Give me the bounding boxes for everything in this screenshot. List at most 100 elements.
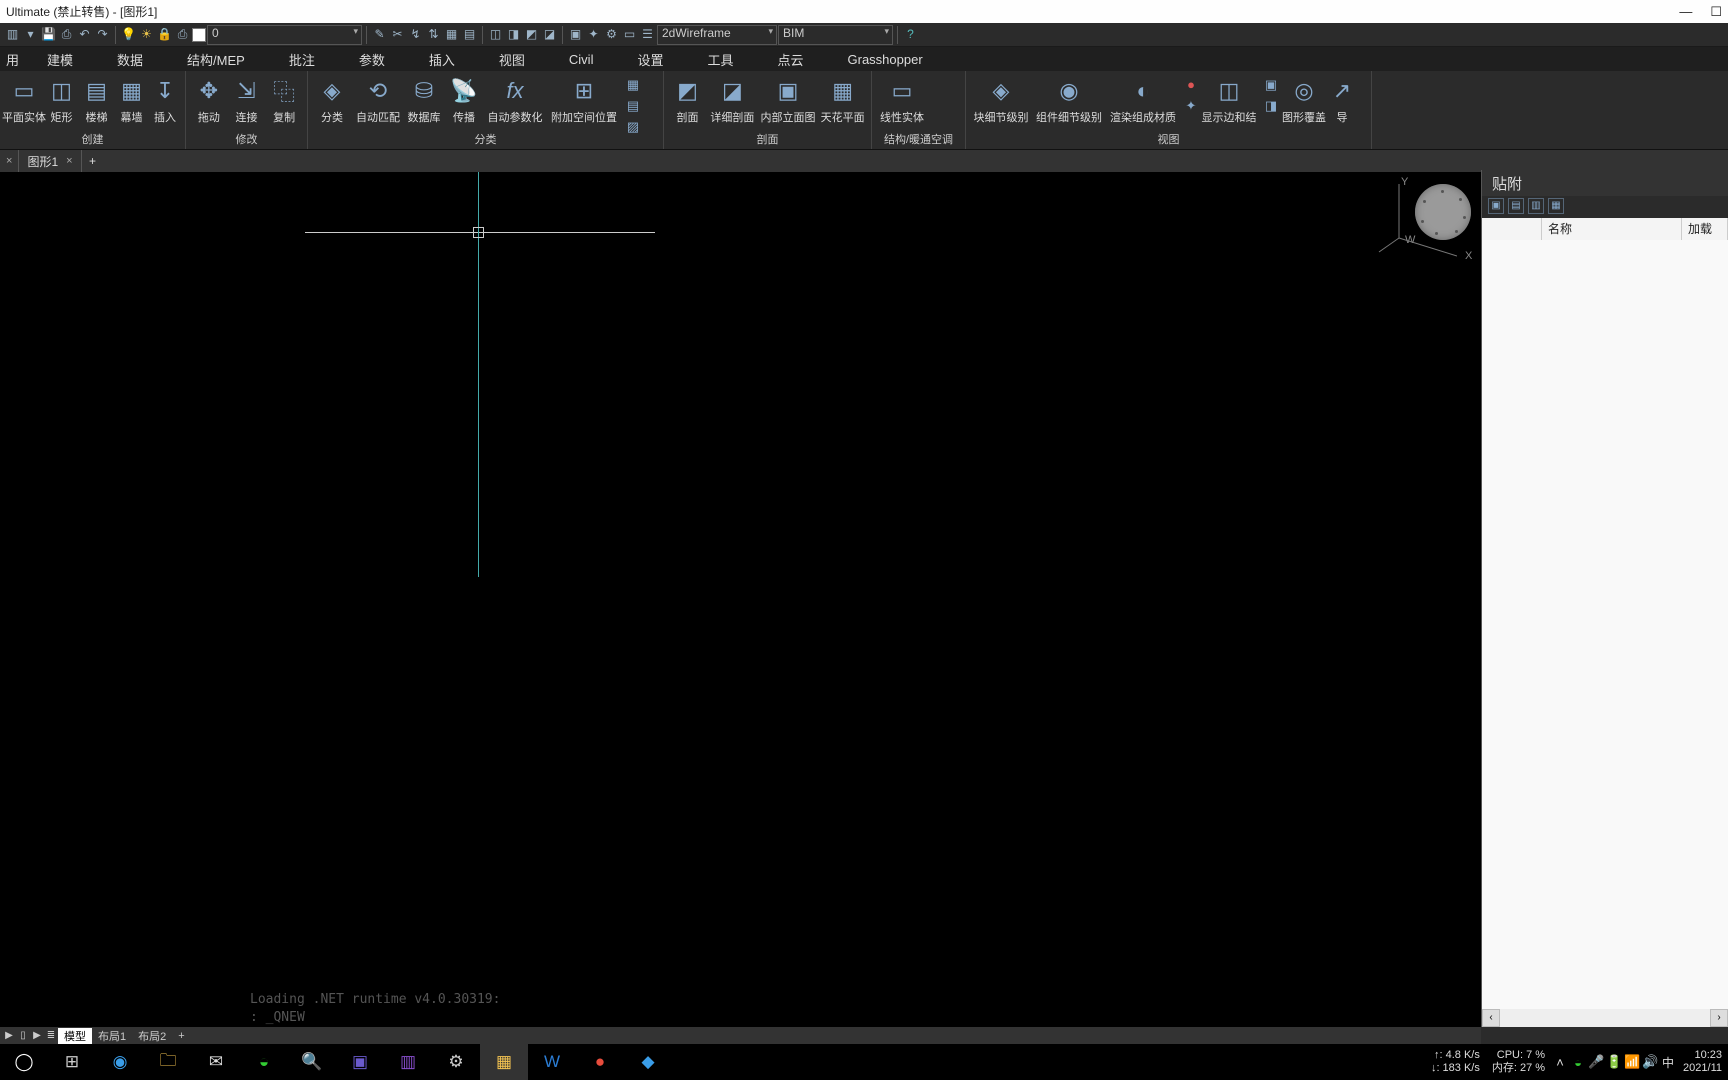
bricscad-icon[interactable]: ◆ (624, 1044, 672, 1080)
save-icon[interactable]: 💾 (40, 26, 57, 43)
mail-icon[interactable]: ✉ (192, 1044, 240, 1080)
new-file-tab[interactable]: + (82, 154, 104, 168)
ribbon-tab-model[interactable]: 建模 (25, 47, 95, 71)
tray-volume-icon[interactable]: 🔊 (1641, 1054, 1659, 1070)
print-layer-icon[interactable]: ⎙ (174, 26, 191, 43)
ribbon-tab-annotate[interactable]: 批注 (267, 47, 337, 71)
tray-wifi-icon[interactable]: 📶 (1623, 1054, 1641, 1070)
search-icon[interactable]: 🔍 (288, 1044, 336, 1080)
axis-x-label: X (1465, 250, 1472, 262)
ribbon-tab-param[interactable]: 参数 (337, 47, 407, 71)
new-icon[interactable]: ▥ (4, 26, 21, 43)
mini2-icon[interactable]: ▤ (622, 96, 644, 116)
ribbon-tab-structure[interactable]: 结构/MEP (165, 47, 267, 71)
col-blank[interactable] (1482, 218, 1542, 240)
ribbon-tab-pointcloud[interactable]: 点云 (756, 47, 826, 71)
system-clock[interactable]: 10:23 2021/11 (1677, 1049, 1728, 1075)
attach-btn3[interactable]: ▥ (1528, 198, 1544, 214)
vstyle2-icon[interactable]: ✦ (585, 26, 602, 43)
sun-icon[interactable]: ☀ (138, 26, 155, 43)
view-cube[interactable]: Y W X (1395, 178, 1475, 258)
word-icon[interactable]: W (528, 1044, 576, 1080)
settings-icon[interactable]: ⚙ (432, 1044, 480, 1080)
scroll-left-icon[interactable]: ‹ (1482, 1009, 1500, 1027)
scroll-track[interactable] (1500, 1009, 1710, 1027)
layout-2-tab[interactable]: 布局2 (132, 1028, 172, 1044)
redo-icon[interactable]: ↷ (94, 26, 111, 43)
bulb-icon[interactable]: 💡 (120, 26, 137, 43)
plane-icon: ▭ (8, 75, 40, 107)
layout-prev-icon[interactable]: ▯ (16, 1030, 30, 1041)
file-tab-start[interactable]: × (0, 150, 19, 172)
edge-icon[interactable]: ◉ (96, 1044, 144, 1080)
drawing-area[interactable]: Y W X Loading .NET runtime v4.0.30319: :… (0, 172, 1481, 1027)
teams-icon[interactable]: ▣ (336, 1044, 384, 1080)
layout-add-tab[interactable]: + (172, 1030, 190, 1042)
explorer-icon[interactable]: 🗀 (144, 1044, 192, 1080)
sys-usage-widget[interactable]: CPU: 7 % 内存: 27 % (1486, 1049, 1551, 1075)
layout-next-icon[interactable]: ▶ (30, 1030, 44, 1041)
window-maximize[interactable]: ☐ (1710, 4, 1722, 20)
tray-mic-icon[interactable]: 🎤 (1587, 1054, 1605, 1070)
ribbon-tab-data[interactable]: 数据 (95, 47, 165, 71)
col-load[interactable]: 加载 (1682, 218, 1728, 240)
layer-dropdown[interactable]: 0 (207, 25, 362, 45)
mini1-icon[interactable]: ▦ (622, 75, 644, 95)
tool3-icon[interactable]: ↯ (407, 26, 424, 43)
ribbon-tab-civil[interactable]: Civil (547, 47, 616, 71)
attach-btn4[interactable]: ▦ (1548, 198, 1564, 214)
tray-up-icon[interactable]: ˄ (1551, 1055, 1569, 1070)
ribbon-tab-insert[interactable]: 插入 (407, 47, 477, 71)
ribbon-tab-tools[interactable]: 工具 (685, 47, 755, 71)
vstyle3-icon[interactable]: ⚙ (603, 26, 620, 43)
scroll-right-icon[interactable]: › (1710, 1009, 1728, 1027)
ucs3-icon[interactable]: ◩ (523, 26, 540, 43)
tray-wechat-icon[interactable]: ◒ (1569, 1055, 1587, 1070)
layout-first-icon[interactable]: ▶ (2, 1030, 16, 1041)
tray-ime[interactable]: 中 (1659, 1054, 1677, 1071)
task-view-icon[interactable]: ⊞ (48, 1044, 96, 1080)
tool1-icon[interactable]: ✎ (371, 26, 388, 43)
attach-btn1[interactable]: ▣ (1488, 198, 1504, 214)
layout-1-tab[interactable]: 布局1 (92, 1028, 132, 1044)
app-active-icon[interactable]: ▦ (480, 1044, 528, 1080)
vstyle1-icon[interactable]: ▣ (567, 26, 584, 43)
netspeed-widget[interactable]: ↑: 4.8 K/s ↓: 183 K/s (1425, 1049, 1486, 1075)
start-button[interactable]: ◯ (0, 1044, 48, 1080)
workspace-dropdown[interactable]: BIM (778, 25, 893, 45)
tool5-icon[interactable]: ▦ (443, 26, 460, 43)
print-icon[interactable]: ⎙ (58, 26, 75, 43)
viewcube-sphere[interactable] (1415, 184, 1471, 240)
layout-list-icon[interactable]: ≣ (44, 1030, 58, 1041)
tray-battery-icon[interactable]: 🔋 (1605, 1054, 1623, 1070)
vstyle5-icon[interactable]: ☰ (639, 26, 656, 43)
visual-style-dropdown[interactable]: 2dWireframe (657, 25, 777, 45)
layout-model-tab[interactable]: 模型 (58, 1028, 92, 1044)
attach-hscroll[interactable]: ‹ › (1482, 1009, 1728, 1027)
tool6-icon[interactable]: ▤ (461, 26, 478, 43)
tool4-icon[interactable]: ⇅ (425, 26, 442, 43)
wechat-icon[interactable]: ◒ (240, 1044, 288, 1080)
ribbon-tab-app[interactable]: 用 (0, 47, 25, 71)
attach-btn2[interactable]: ▤ (1508, 198, 1524, 214)
window-minimize[interactable]: — (1679, 4, 1692, 20)
col-name[interactable]: 名称 (1542, 218, 1682, 240)
close-file1-icon[interactable]: × (66, 155, 72, 167)
lock-icon[interactable]: 🔒 (156, 26, 173, 43)
vstyle4-icon[interactable]: ▭ (621, 26, 638, 43)
color-swatch[interactable] (192, 28, 206, 42)
file-tab-1[interactable]: 图形1× (19, 150, 81, 172)
ribbon-tab-grasshopper[interactable]: Grasshopper (826, 47, 945, 71)
ribbon-tab-view[interactable]: 视图 (477, 47, 547, 71)
ucs2-icon[interactable]: ◨ (505, 26, 522, 43)
record-icon[interactable]: ● (576, 1044, 624, 1080)
ucs1-icon[interactable]: ◫ (487, 26, 504, 43)
help-icon[interactable]: ? (902, 26, 919, 43)
open-icon[interactable]: ▾ (22, 26, 39, 43)
close-start-icon[interactable]: × (6, 155, 12, 167)
ribbon-tab-settings[interactable]: 设置 (615, 47, 685, 71)
ucs4-icon[interactable]: ◪ (541, 26, 558, 43)
tool2-icon[interactable]: ✂ (389, 26, 406, 43)
onenote-icon[interactable]: ▥ (384, 1044, 432, 1080)
undo-icon[interactable]: ↶ (76, 26, 93, 43)
